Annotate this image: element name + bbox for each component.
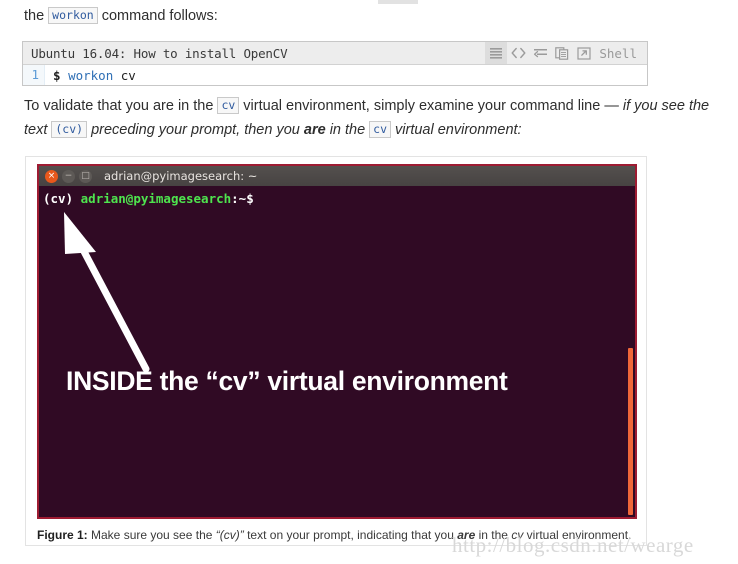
validate-text-2: virtual environment, simply examine your…	[243, 98, 619, 114]
figure-caption-cv-quoted: “(cv)”	[215, 528, 244, 542]
code-block: Ubuntu 16.04: How to install OpenCV Shel…	[22, 41, 648, 86]
view-source-icon[interactable]	[507, 42, 529, 64]
terminal-titlebar[interactable]: × − □ adrian@pyimagesearch: ~	[39, 166, 635, 186]
code-prompt-symbol: $	[53, 67, 61, 83]
validate-text-1: To validate that you are in the	[24, 98, 214, 114]
validate-text-6: virtual environment:	[395, 122, 522, 138]
inline-code-cv-paren: (cv)	[51, 121, 88, 138]
figure-caption-label: Figure 1:	[37, 528, 88, 542]
code-line-number: 1	[23, 65, 45, 85]
code-block-title: Ubuntu 16.04: How to install OpenCV	[31, 45, 288, 61]
code-command: workon	[68, 67, 114, 83]
validate-paragraph: To validate that you are in the cv virtual…	[24, 94, 724, 142]
terminal-scrollbar[interactable]	[628, 348, 633, 515]
terminal-window-title: adrian@pyimagesearch: ~	[104, 169, 258, 183]
copy-to-clipboard-icon[interactable]	[551, 42, 573, 64]
minimize-icon[interactable]: −	[62, 169, 75, 183]
code-line: $ workon cv	[45, 68, 136, 83]
open-in-new-window-icon[interactable]	[573, 42, 595, 64]
terminal-venv-indicator: (cv)	[43, 191, 74, 206]
code-block-body: 1 $ workon cv	[23, 65, 647, 85]
figure-container: × − □ adrian@pyimagesearch: ~ (cv) adria…	[25, 156, 647, 546]
annotation-label: INSIDE the “cv” virtual environment	[66, 366, 508, 396]
inline-code-cv-2: cv	[369, 121, 392, 138]
validate-text-4: preceding your prompt, then you	[91, 122, 300, 138]
code-language-label: Shell	[599, 45, 637, 61]
validate-text-5: in the	[329, 122, 366, 138]
toggle-line-numbers-icon[interactable]	[485, 42, 508, 64]
code-block-toolbar: Shell	[485, 42, 647, 64]
watermark-text: http://blog.csdn.net/wearge	[452, 533, 694, 557]
close-icon[interactable]: ×	[45, 169, 58, 183]
figure-caption-text-2: text on your prompt, indicating that you	[247, 528, 454, 542]
annotation-arrow-icon	[64, 212, 150, 373]
intro-text-before: the	[24, 8, 45, 24]
clipped-top-fragment	[378, 0, 418, 4]
terminal-window: × − □ adrian@pyimagesearch: ~ (cv) adria…	[37, 164, 637, 519]
inline-code-cv-1: cv	[217, 97, 240, 114]
validate-text-are: are	[303, 122, 326, 138]
code-block-header: Ubuntu 16.04: How to install OpenCV Shel…	[23, 42, 647, 65]
code-argument: cv	[120, 67, 136, 83]
terminal-prompt-line: (cv) adrian@pyimagesearch:~$	[39, 186, 635, 206]
figure-caption-text-1: Make sure you see the	[91, 528, 213, 542]
inline-code-workon: workon	[48, 7, 98, 24]
maximize-icon[interactable]: □	[79, 169, 92, 183]
toggle-word-wrap-icon[interactable]	[529, 42, 551, 64]
intro-paragraph: the workon command follows:	[24, 6, 218, 26]
intro-text-after: command follows:	[101, 8, 218, 24]
terminal-user-host: adrian@pyimagesearch	[80, 191, 232, 206]
terminal-path-symbol: :~$	[231, 191, 254, 206]
